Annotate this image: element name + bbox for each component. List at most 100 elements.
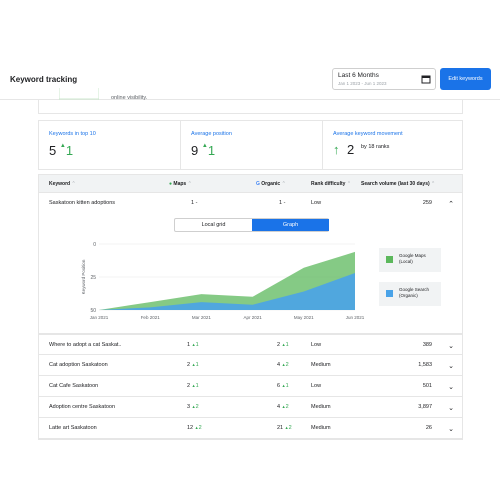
stat-heading: Average keyword movement	[333, 131, 403, 137]
volume-cell: 259	[422, 200, 432, 206]
stat-value: 9 ▲1	[191, 143, 215, 158]
rank-delta: 2	[195, 404, 199, 410]
stat-heading: Keywords in top 10	[49, 131, 96, 137]
keyword-position-chart: 0 25 50 Keyword Position Jan 2021 Feb 2021 Mar…	[81, 242, 365, 320]
table-row[interactable]: Cat Cafe Saskatoon 2 ▲1 6 ▲1 Low 501 ⌄	[39, 376, 462, 397]
stat-value: 2	[347, 142, 355, 157]
rank-value: 2	[187, 383, 191, 389]
organic-rank-cell: 6 ▲1	[277, 383, 289, 389]
volume-cell: 3,897	[418, 404, 432, 410]
maps-rank-cell: 1 ▲1	[187, 342, 199, 348]
stat-number: 9	[191, 143, 199, 158]
x-tick-label: Mar 2021	[192, 315, 212, 320]
rank-delta: 1	[195, 383, 199, 389]
table-row[interactable]: Latte art Saskatoon 12 ▲2 21 ▲2 Medium 26 ⌄	[39, 418, 462, 439]
column-label: Search volume (last 30 days)	[361, 181, 430, 187]
table-row[interactable]: Cat adoption Saskatoon 2 ▲1 4 ▲2 Medium 1,58…	[39, 355, 462, 376]
table-row-expanded[interactable]: Saskatoon kitten adoptions 1 - 1 - Low 2…	[39, 193, 462, 214]
page-title: Keyword tracking	[10, 75, 78, 84]
rank-value: 21	[277, 425, 284, 431]
maps-rank-cell: 1 -	[191, 200, 198, 206]
volume-cell: 501	[422, 383, 432, 389]
rank-value: 2	[277, 342, 281, 348]
stats-row: Keywords in top 10 5 ▲1 Average position…	[38, 120, 463, 170]
rank-delta: 2	[285, 362, 289, 368]
difficulty-cell: Medium	[311, 362, 331, 368]
map-pin-icon: ●	[169, 181, 173, 187]
legend-swatch	[386, 256, 393, 263]
expanded-panel: Local grid Graph 0 25 50 Keyword Position Ja…	[39, 214, 462, 334]
summary-text: online visibility.	[111, 95, 148, 101]
rank-value: 3	[187, 404, 191, 410]
table-row[interactable]: Adoption centre Saskatoon 3 ▲2 4 ▲2 Medium 3…	[39, 397, 462, 418]
column-label: Maps	[173, 181, 187, 187]
rank-delta: 2	[288, 425, 292, 431]
column-volume[interactable]: Search volume (last 30 days) ⌃	[361, 181, 435, 187]
legend-label: Google Maps (Local)	[399, 253, 426, 264]
sort-icon: ⌃	[187, 181, 192, 187]
calendar-icon	[421, 75, 431, 84]
chevron-down-icon[interactable]: ⌄	[448, 342, 454, 350]
table-header: Keyword ⌃ ● Maps ⌃ G Organic ⌃ Rank diff…	[39, 175, 462, 193]
column-label: Organic	[261, 181, 281, 187]
difficulty-cell: Medium	[311, 404, 331, 410]
rank-delta: 2	[198, 425, 202, 431]
y-tick-label: 25	[90, 275, 96, 281]
rank-value: 12	[187, 425, 194, 431]
date-range-picker[interactable]: Last 6 Months Jan 1 2023 - Jun 1 2023	[332, 68, 436, 90]
y-tick-label: 50	[90, 308, 96, 314]
rank-delta: 1	[285, 383, 289, 389]
sort-icon: ⌃	[281, 181, 286, 187]
difficulty-cell: Low	[311, 342, 322, 348]
column-organic[interactable]: G Organic ⌃	[256, 181, 286, 187]
column-keyword[interactable]: Keyword ⌃	[49, 181, 76, 187]
x-tick-label: Apr 2021	[243, 315, 262, 320]
y-tick-label: 0	[93, 242, 96, 248]
keyword-cell: Cat adoption Saskatoon	[49, 362, 108, 368]
column-maps[interactable]: ● Maps ⌃	[169, 181, 192, 187]
edit-keywords-button[interactable]: Edit keywords	[440, 68, 491, 90]
column-label: Keyword	[49, 181, 71, 187]
rank-delta: 1	[285, 342, 289, 348]
chevron-up-icon[interactable]: ⌃	[448, 200, 454, 208]
legend-label: Google Search (Organic)	[399, 287, 430, 298]
chevron-down-icon[interactable]: ⌄	[448, 425, 454, 433]
stat-value: 5 ▲1	[49, 143, 73, 158]
keyword-cell: Saskatoon kitten adoptions	[49, 200, 116, 206]
organic-rank-cell: 2 ▲1	[277, 342, 289, 348]
x-tick-label: Jun 2021	[346, 315, 365, 320]
x-tick-label: Feb 2021	[141, 315, 161, 320]
stat-note: by 18 ranks	[361, 144, 390, 150]
rank-value: 6	[277, 383, 281, 389]
keyword-cell: Latte art Saskatoon	[49, 425, 97, 431]
rank-value: 2	[187, 362, 191, 368]
view-toggle: Local grid Graph	[174, 218, 329, 232]
chevron-down-icon[interactable]: ⌄	[448, 362, 454, 370]
difficulty-cell: Low	[311, 383, 322, 389]
sort-icon: ⌃	[346, 181, 352, 187]
volume-cell: 26	[425, 425, 432, 431]
chevron-down-icon[interactable]: ⌄	[448, 383, 454, 391]
x-tick-label: May 2021	[294, 315, 314, 320]
maps-rank-cell: 3 ▲2	[187, 404, 199, 410]
date-range-label: Last 6 Months	[338, 72, 379, 79]
legend-swatch	[386, 290, 393, 297]
local-grid-tab[interactable]: Local grid	[175, 219, 252, 231]
graph-tab[interactable]: Graph	[252, 219, 329, 231]
rank-delta: 1	[195, 342, 199, 348]
column-difficulty[interactable]: Rank difficulty ⌃	[311, 181, 351, 187]
rank-delta: 2	[285, 404, 289, 410]
rank-value: 4	[277, 362, 281, 368]
stat-average-position: Average position 9 ▲1	[181, 121, 322, 169]
legend-item-maps: Google Maps (Local)	[379, 248, 441, 272]
chevron-down-icon[interactable]: ⌄	[448, 404, 454, 412]
volume-cell: 1,583	[418, 362, 432, 368]
x-tick-label: Jan 2021	[90, 315, 109, 320]
sparkline-chart	[59, 88, 99, 100]
table-row[interactable]: Where to adopt a cat Saskat.. 1 ▲1 2 ▲1 Low…	[39, 334, 462, 355]
stat-heading: Average position	[191, 131, 232, 137]
rank-value: 4	[277, 404, 281, 410]
keyword-cell: Adoption centre Saskatoon	[49, 404, 116, 410]
stat-top10: Keywords in top 10 5 ▲1	[39, 121, 180, 169]
difficulty-cell: Medium	[311, 425, 331, 431]
